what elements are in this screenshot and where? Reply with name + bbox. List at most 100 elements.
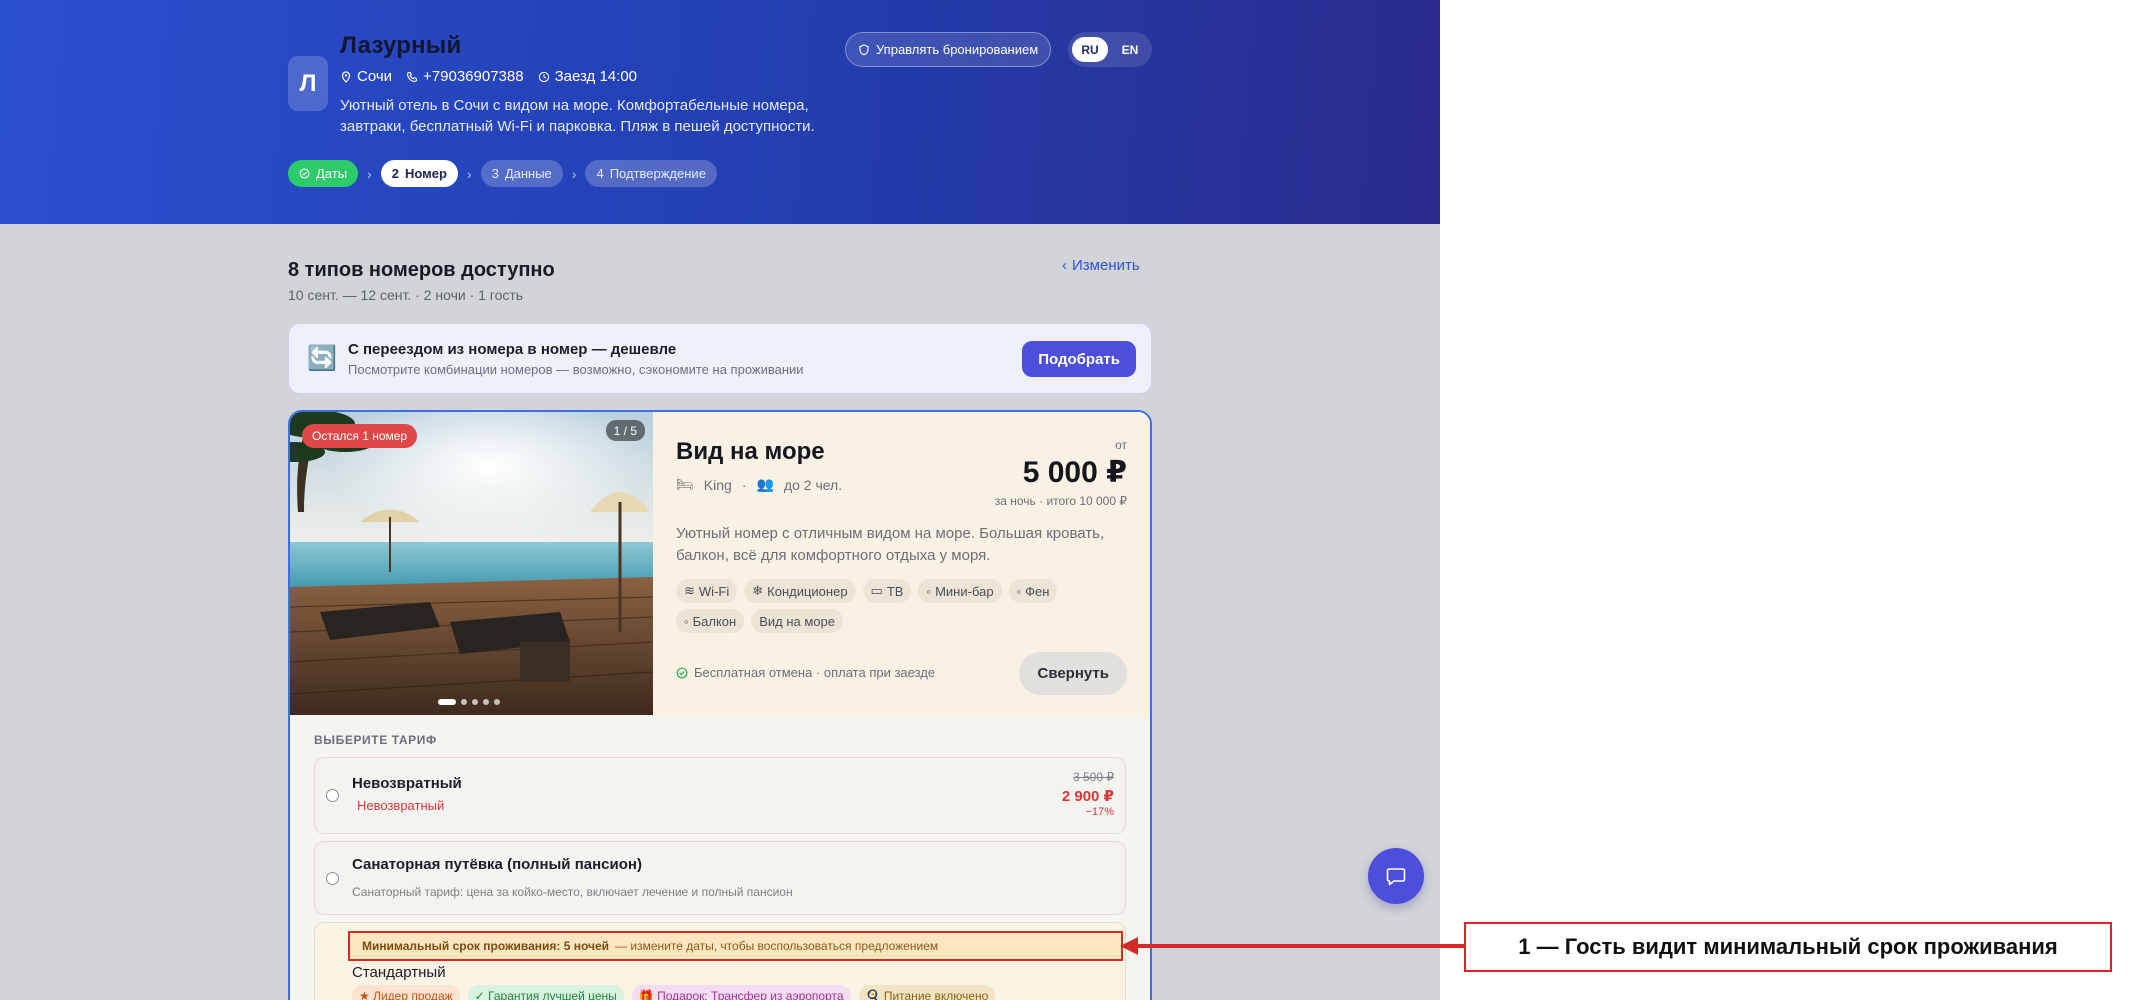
chat-button[interactable] (1368, 848, 1424, 904)
balcony-icon: ◦ (684, 613, 689, 629)
room-photo[interactable]: Остался 1 номер 1 / 5 (290, 412, 653, 715)
step-confirmation-number: 4 (596, 166, 604, 181)
tariff-new-price: 2 900 ₽ (1061, 788, 1114, 805)
photo-dot[interactable] (472, 699, 478, 705)
tariff-name: Невозвратный (352, 775, 462, 792)
hotel-avatar: Л (288, 56, 328, 111)
amenity-label: Фен (1025, 583, 1050, 599)
hotel-meta: Сочи +79036907388 Заезд 14:00 (340, 68, 637, 85)
room-price: 5 000 ₽ (1022, 456, 1127, 489)
room-name: Вид на море (676, 438, 825, 465)
cancellation-label: Бесплатная отмена · оплата при заезде (694, 665, 936, 680)
annotation-callout: 1 — Гость видит минимальный срок прожива… (1464, 922, 2112, 972)
results-subtitle: 10 сент. — 12 сент. · 2 ночи · 1 гость (288, 287, 524, 303)
change-dates-label: Изменить (1072, 257, 1140, 274)
tariff-old-price: 3 500 ₽ (1073, 770, 1114, 784)
phone-icon (407, 71, 418, 82)
tag-bestseller: ★ Лидер продаж (352, 985, 460, 1000)
tariff-option[interactable]: Минимальный срок проживания: 5 ночей — и… (314, 922, 1126, 1000)
check-circle-icon (676, 667, 688, 678)
spec-separator: · (741, 476, 747, 493)
tariff-radio[interactable] (326, 789, 339, 802)
room-description: Уютный номер с отличным видом на море. Б… (676, 525, 1105, 564)
hotel-description: Уютный отель в Сочи с видом на море. Ком… (340, 97, 815, 135)
step-details[interactable]: 3 Данные (480, 160, 563, 187)
photo-dot[interactable] (461, 699, 467, 705)
step-room-number: 2 (391, 166, 399, 181)
chevron-right-icon: › (571, 165, 577, 182)
photo-dot[interactable] (483, 699, 489, 705)
chevron-right-icon: › (367, 165, 372, 182)
step-dates-label: Даты (316, 166, 348, 181)
tv-icon: ▭ (870, 583, 883, 598)
collapse-button[interactable]: Свернуть (1019, 652, 1127, 695)
room-specs: 🛏 King · 👥 до 2 чел. (676, 476, 842, 493)
annotation-arrow-icon (1120, 937, 1138, 955)
amenity-wifi: ≋ Wi‑Fi (676, 579, 738, 603)
photo-dot[interactable] (438, 699, 456, 705)
tariff-tags: ★ Лидер продаж ✓ Гарантия лучшей цены 🎁 … (352, 985, 996, 1000)
tariff-tag: Невозвратный (357, 798, 445, 813)
shield-icon (859, 43, 869, 55)
room-info: Вид на море 🛏 King · 👥 до 2 чел. от 5 00… (653, 412, 1150, 715)
hairdryer-icon: ◦ (1016, 583, 1022, 599)
photo-dot[interactable] (494, 699, 500, 705)
promo-title: С переездом из номера в номер — дешевле (348, 341, 677, 358)
find-combination-button[interactable]: Подобрать (1022, 341, 1136, 377)
amenity-label: Вид на море (759, 613, 835, 629)
room-card: Остался 1 номер 1 / 5 Вид на море 🛏 King… (288, 410, 1152, 1000)
promo-subtitle: Посмотрите комбинации номеров — возможно… (348, 362, 804, 377)
chevron-left-icon: ‹ (1062, 257, 1067, 274)
tariff-radio[interactable] (326, 872, 339, 885)
location-pin-icon (341, 70, 351, 83)
tariff-selector: ВЫБЕРИТЕ ТАРИФ Невозвратный Невозвратный… (290, 715, 1150, 1000)
tag-meals: 🍳 Питание включено (858, 985, 996, 1000)
hotel-checkin: Заезд 14:00 (538, 68, 637, 85)
hotel-checkin-label: Заезд 14:00 (554, 68, 637, 85)
hotel-city-label: Сочи (357, 68, 393, 85)
tariff-name: Санаторная путёвка (полный пансион) (352, 856, 642, 873)
amenity-label: Мини-бар (935, 583, 994, 599)
amenity-tv: ▭ ТВ (862, 579, 912, 603)
amenity-label: Кондиционер (767, 583, 848, 599)
amenity-ac: ❄ Кондиционер (744, 579, 856, 603)
availability-badge: Остался 1 номер (302, 424, 418, 448)
amenity-hairdryer: ◦ Фен (1008, 579, 1058, 603)
amenity-label: ТВ (886, 583, 904, 599)
step-confirmation-label: Подтверждение (609, 166, 706, 181)
bed-icon: 🛏 (676, 476, 694, 492)
manage-booking-label: Управлять бронированием (876, 42, 1039, 57)
tag-best-price: ✓ Гарантия лучшей цены (467, 985, 624, 1000)
annotation-connector (1132, 944, 1464, 948)
tag-gift: 🎁 Подарок: Трансфер из аэропорта (631, 985, 851, 1000)
change-dates-link[interactable]: ‹ Изменить (1062, 257, 1140, 274)
check-circle-icon (299, 168, 310, 179)
tariff-option[interactable]: Санаторная путёвка (полный пансион) Сана… (314, 841, 1126, 915)
booking-app: Л Лазурный Сочи +79036907388 Заезд 14:00… (0, 0, 1440, 1000)
tariff-heading: ВЫБЕРИТЕ ТАРИФ (314, 733, 437, 747)
price-note: за ночь · итого 10 000 ₽ (994, 494, 1127, 508)
min-stay-hint: — измените даты, чтобы воспользоваться п… (615, 939, 939, 953)
wifi-icon: ≋ (684, 583, 695, 598)
step-confirmation[interactable]: 4 Подтверждение (585, 160, 717, 187)
language-switch: RU EN (1068, 32, 1152, 67)
step-dates[interactable]: Даты (288, 160, 359, 187)
snowflake-icon: ❄ (752, 583, 764, 598)
room-capacity: до 2 чел. (783, 476, 843, 493)
step-room[interactable]: 2 Номер (380, 160, 458, 187)
manage-booking-button[interactable]: Управлять бронированием (845, 32, 1052, 67)
results-title: 8 типов номеров доступно (288, 259, 555, 281)
hotel-phone[interactable]: +79036907388 (406, 68, 524, 85)
amenity-minibar: ◦ Мини-бар (918, 579, 1002, 603)
photo-counter: 1 / 5 (605, 420, 645, 441)
lang-ru[interactable]: RU (1072, 37, 1108, 62)
bed-type: King (703, 476, 732, 493)
hotel-city: Сочи (340, 68, 392, 85)
swap-icon: 🔄 (307, 345, 337, 372)
lang-en[interactable]: EN (1112, 37, 1148, 62)
tariff-note: Санаторный тариф: цена за койко-место, в… (352, 885, 793, 899)
tariff-option[interactable]: Невозвратный Невозвратный 3 500 ₽ 2 900 … (314, 757, 1126, 834)
step-room-label: Номер (404, 166, 447, 181)
step-details-label: Данные (504, 166, 552, 181)
room-photo-illustration (290, 412, 653, 715)
